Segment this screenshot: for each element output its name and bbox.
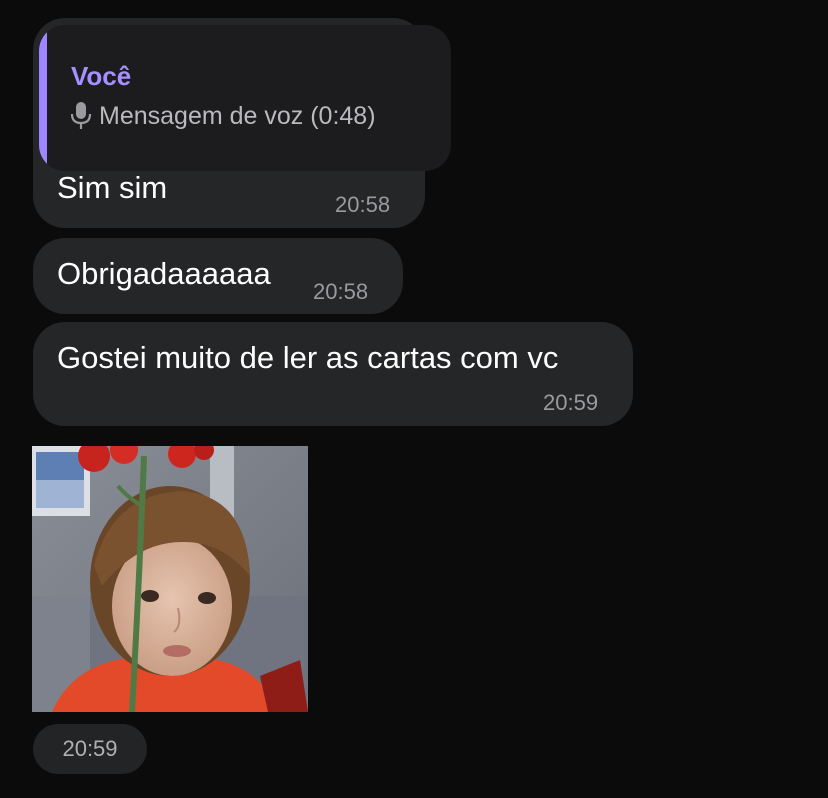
sticker-timestamp: 20:59 <box>33 724 147 774</box>
reply-author: Você <box>71 61 132 91</box>
message-timestamp: 20:58 <box>313 279 369 304</box>
message-bubble[interactable]: Você Mensagem de voz (0:48) Sim sim 20:5… <box>33 18 451 228</box>
mic-icon <box>70 102 92 129</box>
chat-screen: { "messages": [ { "reply": { "author": "… <box>0 0 828 798</box>
message-timestamp: 20:59 <box>543 390 599 415</box>
message-text: Gostei muito de ler as cartas com vc <box>57 340 559 375</box>
reply-quote[interactable]: Você Mensagem de voz (0:48) <box>39 25 451 171</box>
message-text: Obrigadaaaaaa <box>57 256 271 291</box>
sticker-image[interactable] <box>32 446 308 712</box>
message-timestamp: 20:58 <box>335 192 391 217</box>
reply-preview-text: Mensagem de voz (0:48) <box>99 101 376 130</box>
message-bubble[interactable]: Gostei muito de ler as cartas com vc 20:… <box>33 322 633 426</box>
child-holding-rose-sticker <box>32 446 308 712</box>
message-bubble[interactable]: Obrigadaaaaaa 20:58 <box>33 238 403 314</box>
reply-preview: Mensagem de voz (0:48) <box>69 101 376 131</box>
message-text: Sim sim <box>57 170 168 205</box>
reply-accent-bar <box>39 25 47 171</box>
